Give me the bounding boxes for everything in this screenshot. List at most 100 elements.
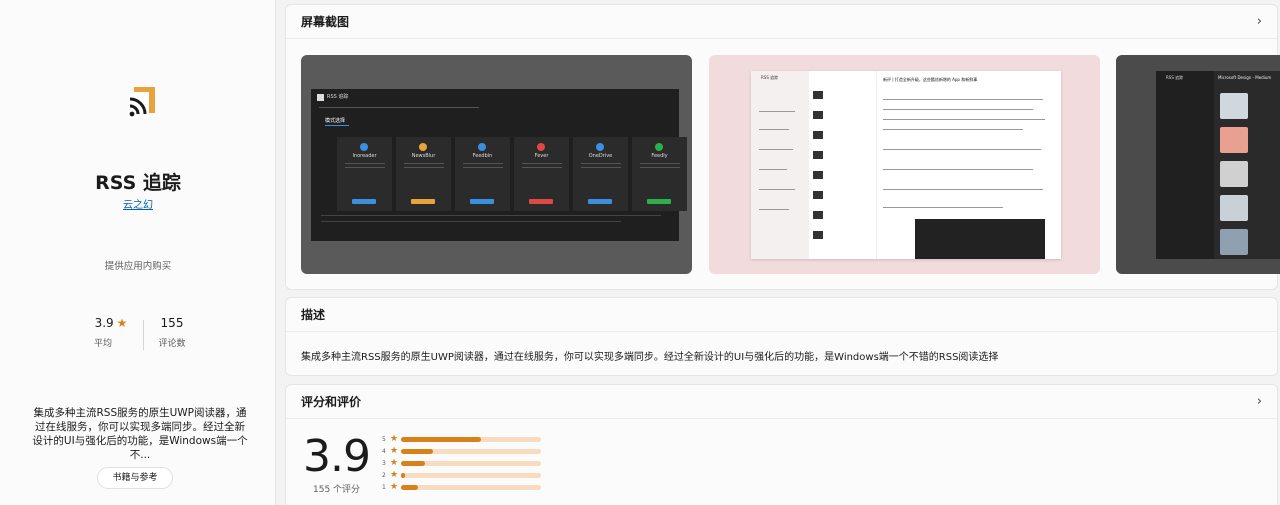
shot3-tile <box>1220 195 1248 221</box>
service-button <box>529 199 553 204</box>
shot2-text-line <box>883 129 1023 130</box>
description-title: 描述 <box>301 308 326 322</box>
stats-divider <box>143 320 144 350</box>
in-app-purchase-note: 提供应用内购买 <box>104 261 172 272</box>
service-line <box>463 163 503 164</box>
star-icon: ★ <box>389 482 399 492</box>
rating-bar-fill <box>401 448 434 454</box>
shot2-thumb <box>813 171 823 179</box>
description-section: 描述 集成多种主流RSS服务的原生UWP阅读器，通过在线服务，你可以实现多端同步… <box>285 297 1278 376</box>
ratings-header[interactable]: 评分和评价 › <box>286 385 1277 419</box>
screenshots-title: 屏幕截图 <box>301 15 350 29</box>
service-line <box>522 163 562 164</box>
shot2-window-title: RSS 追踪 <box>761 75 779 80</box>
service-name: Fever <box>534 153 549 159</box>
shot2-nav-line <box>759 129 789 130</box>
rating-bar-3: 3 ★ <box>382 457 552 469</box>
rating-bar-fill <box>401 472 406 478</box>
rating-bar-track <box>401 472 541 478</box>
screenshots-section: 屏幕截图 › RSS 追踪 模式选择 Inoreader NewsBlur Fe… <box>285 4 1280 290</box>
shot3-tile <box>1220 229 1248 255</box>
service-icon <box>537 143 545 151</box>
service-icon <box>419 143 427 151</box>
shot2-thumb <box>813 231 823 239</box>
service-icon <box>655 143 663 151</box>
average-rating-value: 3.9 <box>94 316 114 330</box>
shot3-window-title: RSS 追踪 <box>1166 75 1184 80</box>
star-icon: ★ <box>389 458 399 468</box>
rss-app-icon <box>119 83 159 123</box>
service-card-fever: Fever <box>514 137 569 211</box>
shot2-nav-line <box>759 111 795 112</box>
screenshot-2-window: RSS 追踪 新评 | 打造全新升级，这些酷炫新增的 App 和新鲜事 <box>751 71 1061 259</box>
description-header: 描述 <box>286 298 1277 332</box>
service-line <box>345 167 385 168</box>
rating-bar-1: 1 ★ <box>382 481 552 493</box>
service-icon <box>360 143 368 151</box>
average-rating-stat: 3.9 ★ 平均 <box>86 316 136 349</box>
service-line <box>640 167 680 168</box>
rating-bar-fill <box>401 460 425 466</box>
service-cards: Inoreader NewsBlur Feedbin Fever OneDriv… <box>337 137 687 211</box>
short-description: 集成多种主流RSS服务的原生UWP阅读器，通过在线服务，你可以实现多端同步。经过… <box>32 407 248 461</box>
service-button <box>411 199 435 204</box>
screenshot-3[interactable]: RSS 追踪 Microsoft Design - Medium <box>1116 55 1280 274</box>
chevron-right-icon[interactable]: › <box>1257 394 1262 409</box>
service-icon <box>596 143 604 151</box>
service-line <box>581 163 621 164</box>
shot2-thumb <box>813 191 823 199</box>
app-title: RSS 追踪 <box>95 172 181 194</box>
rating-bar-track <box>401 436 541 442</box>
service-name: NewsBlur <box>411 153 436 159</box>
service-button <box>647 199 671 204</box>
shot2-thumb <box>813 211 823 219</box>
publisher-link[interactable]: 云之幻 <box>0 196 276 211</box>
screenshot-2[interactable]: RSS 追踪 新评 | 打造全新升级，这些酷炫新增的 App 和新鲜事 <box>709 55 1100 274</box>
shot2-text-line <box>883 119 1045 120</box>
star-icon: ★ <box>389 446 399 456</box>
rating-bar-track <box>401 484 541 490</box>
shot1-tab-underline <box>325 125 349 126</box>
chevron-right-icon[interactable]: › <box>1257 14 1262 29</box>
service-line <box>345 163 385 164</box>
shot2-sidebar: RSS 追踪 <box>751 71 809 259</box>
service-name: OneDrive <box>588 153 613 159</box>
shot2-nav-line <box>759 149 793 150</box>
shot2-article-title: 新评 | 打造全新升级，这些酷炫新增的 App 和新鲜事 <box>883 77 978 82</box>
rating-count: 155 个评分 <box>313 485 361 495</box>
service-line <box>404 163 444 164</box>
service-button <box>352 199 376 204</box>
star-icon: ★ <box>389 434 399 444</box>
service-card-feedly: Feedly <box>632 137 687 211</box>
shot3-tile <box>1220 93 1248 119</box>
screenshots-header[interactable]: 屏幕截图 › <box>286 5 1277 39</box>
shot3-tile <box>1220 161 1248 187</box>
shot1-footer-line <box>321 215 661 216</box>
average-rating-label: 平均 <box>94 339 113 349</box>
shot2-text-line <box>883 149 1041 150</box>
service-icon <box>478 143 486 151</box>
shot2-embedded-screenshot <box>915 219 1045 259</box>
service-card-newsblur: NewsBlur <box>396 137 451 211</box>
screenshot-1[interactable]: RSS 追踪 模式选择 Inoreader NewsBlur Feedbin F… <box>301 55 692 274</box>
shot2-thumb <box>813 151 823 159</box>
service-button <box>588 199 612 204</box>
rating-bar-2: 2 ★ <box>382 469 552 481</box>
service-button <box>470 199 494 204</box>
shot2-thumb <box>813 131 823 139</box>
service-line <box>463 167 503 168</box>
app-logo-icon <box>317 94 324 101</box>
service-line <box>640 163 680 164</box>
rating-bar-fill <box>401 436 481 442</box>
screenshot-3-window: RSS 追踪 Microsoft Design - Medium <box>1156 71 1280 259</box>
category-chip[interactable]: 书籍与参考 <box>97 467 173 489</box>
service-name: Feedly <box>651 153 668 159</box>
service-line <box>581 167 621 168</box>
shot1-footer-line <box>321 221 621 222</box>
shot2-nav-line <box>759 169 787 170</box>
rating-bar-track <box>401 460 541 466</box>
service-line <box>522 167 562 168</box>
service-name: Feedbin <box>472 153 493 159</box>
shot2-text-line <box>883 207 1003 208</box>
shot3-tile <box>1220 127 1248 153</box>
